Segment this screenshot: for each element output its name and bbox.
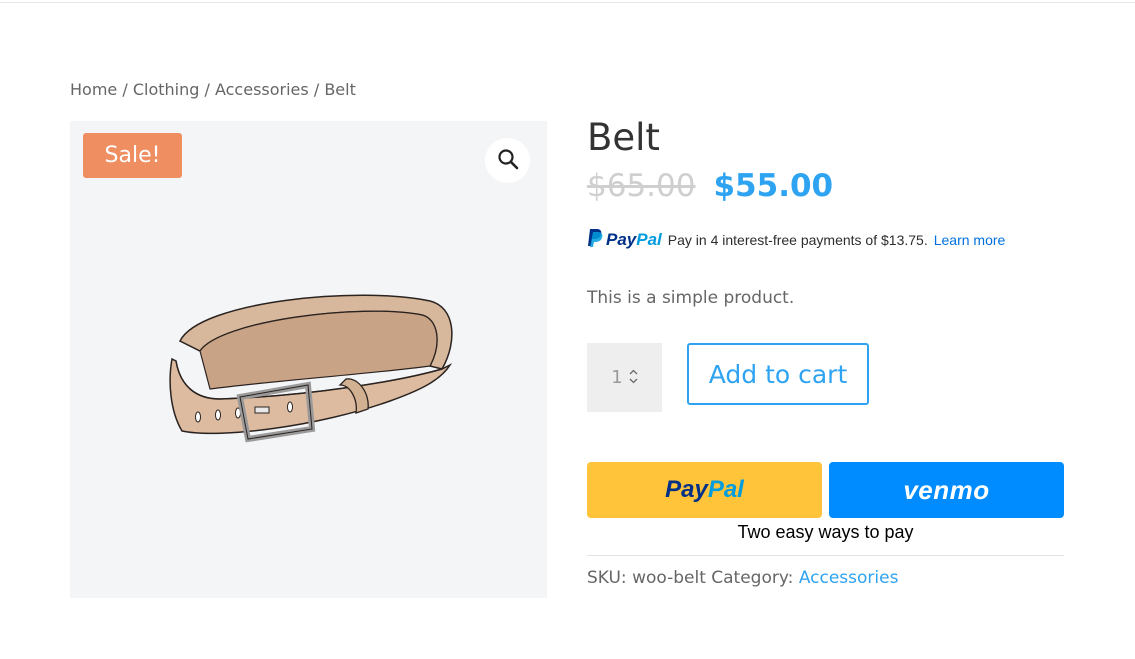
sale-badge: Sale! xyxy=(83,133,182,178)
breadcrumb-current: Belt xyxy=(324,80,356,99)
meta-divider xyxy=(587,555,1064,556)
sale-price: $55.00 xyxy=(713,168,834,204)
breadcrumb-accessories[interactable]: Accessories xyxy=(215,80,309,99)
product-price: $65.00 $55.00 xyxy=(587,168,833,204)
chevron-down-icon[interactable] xyxy=(629,378,638,386)
header-divider xyxy=(0,2,1135,3)
payment-tagline: Two easy ways to pay xyxy=(737,522,914,542)
breadcrumb: Home / Clothing / Accessories / Belt xyxy=(70,80,356,99)
breadcrumb-home[interactable]: Home xyxy=(70,80,117,99)
breadcrumb-separator: / xyxy=(204,80,210,99)
paypal-button-pal: Pal xyxy=(707,476,744,503)
breadcrumb-separator: / xyxy=(313,80,320,99)
category-label: Category: xyxy=(711,568,794,588)
paypal-p-icon xyxy=(587,228,603,251)
sku-value: woo-belt xyxy=(632,568,706,588)
learn-more-link[interactable]: Learn more xyxy=(934,232,1006,248)
venmo-wordmark: venmo xyxy=(903,474,990,505)
paypal-pay-later-message: PayPal Pay in 4 interest-free payments o… xyxy=(587,228,1005,251)
venmo-button[interactable]: venmo xyxy=(829,462,1064,518)
quantity-stepper[interactable]: 1 xyxy=(587,343,662,412)
sku-label: SKU: xyxy=(587,568,627,588)
paypal-button[interactable]: PayPal xyxy=(587,462,822,518)
regular-price: $65.00 xyxy=(587,168,696,204)
product-title: Belt xyxy=(587,116,660,159)
product-image[interactable] xyxy=(160,281,460,451)
paypal-button-wordmark: PayPal xyxy=(665,476,744,504)
paypal-button-pay: Pay xyxy=(665,476,708,503)
add-to-cart-button[interactable]: Add to cart xyxy=(687,343,869,405)
product-meta: SKU: woo-belt Category: Accessories xyxy=(587,568,898,588)
quantity-spin-buttons[interactable] xyxy=(629,369,638,386)
category-link[interactable]: Accessories xyxy=(799,568,899,588)
pay-later-text: Pay in 4 interest-free payments of $13.7… xyxy=(667,231,928,248)
magnifier-icon xyxy=(496,147,520,175)
paypal-logo: PayPal xyxy=(587,228,662,251)
breadcrumb-separator: / xyxy=(122,80,128,99)
short-description: This is a simple product. xyxy=(587,288,795,308)
product-gallery[interactable]: Sale! xyxy=(70,121,547,598)
breadcrumb-clothing[interactable]: Clothing xyxy=(133,80,200,99)
paypal-wordmark: PayPal xyxy=(606,230,662,250)
quantity-input[interactable]: 1 xyxy=(611,367,622,388)
zoom-button[interactable] xyxy=(485,138,530,183)
paypal-wordmark-pay: Pay xyxy=(606,229,637,249)
chevron-up-icon[interactable] xyxy=(629,369,638,377)
paypal-wordmark-pal: Pal xyxy=(636,229,662,249)
